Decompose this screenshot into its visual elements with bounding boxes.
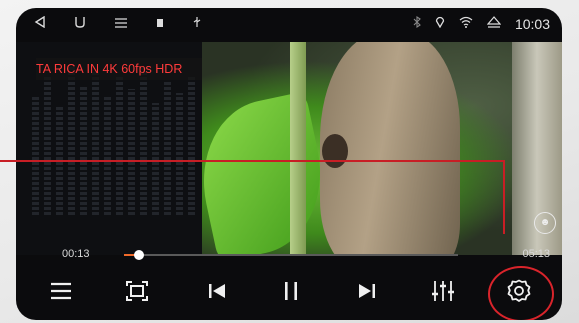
previous-button[interactable] [200, 276, 234, 306]
playlist-icon [51, 282, 71, 300]
seek-bar-thumb[interactable] [134, 250, 145, 260]
location-icon [435, 16, 445, 32]
seek-bar[interactable] [124, 250, 458, 260]
plant-stem [290, 42, 306, 255]
progress-row: 00:13 05:13 [16, 246, 562, 264]
usb-icon [192, 16, 202, 32]
sd-card-icon [156, 16, 164, 32]
home-icon[interactable] [74, 16, 86, 32]
pause-icon [285, 282, 297, 300]
duration: 05:13 [522, 248, 550, 260]
playback-controls [16, 266, 562, 320]
equalizer-icon [432, 281, 454, 301]
previous-icon [209, 284, 225, 298]
status-bar: 10:03 [16, 8, 562, 42]
sloth-face [322, 134, 348, 168]
pause-button[interactable] [274, 276, 308, 306]
head-unit-screen: 10:03 ☻ TA RICA IN 4K 60fps HDR 00:13 05… [16, 8, 562, 320]
status-clock: 10:03 [514, 16, 550, 32]
current-time: 00:13 [62, 248, 90, 260]
bluetooth-icon [413, 15, 421, 32]
aspect-ratio-icon [126, 281, 148, 301]
menu-icon[interactable] [114, 16, 128, 32]
wifi-icon [459, 16, 473, 32]
next-icon [359, 284, 375, 298]
aspect-ratio-button[interactable] [120, 276, 154, 306]
back-icon[interactable] [34, 15, 46, 32]
eject-icon[interactable] [486, 16, 502, 32]
next-button[interactable] [350, 276, 384, 306]
equalizer-button[interactable] [426, 276, 460, 306]
video-frame[interactable]: ☻ [202, 42, 562, 255]
watermark-icon: ☻ [534, 212, 556, 234]
video-title-overlay: TA RICA IN 4K 60fps HDR [36, 58, 202, 80]
settings-highlight-ring [488, 266, 554, 320]
playlist-button[interactable] [44, 276, 78, 306]
